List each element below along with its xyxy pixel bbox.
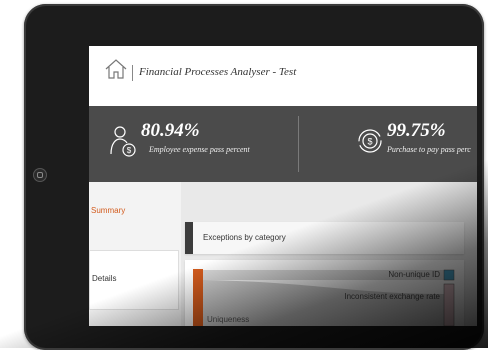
side-nav: Summary Details bbox=[89, 182, 181, 326]
nav-item-details-label: Details bbox=[92, 274, 117, 283]
type-node-inconsistent-exchange-rate[interactable] bbox=[443, 283, 455, 326]
exceptions-header: Exceptions by category bbox=[185, 222, 464, 254]
app-title: Financial Processes Analyser - Test bbox=[139, 66, 297, 78]
kpi-label: Purchase to pay pass perc bbox=[387, 145, 471, 154]
type-label-inconsistent-exchange-rate: Inconsistent exchange rate bbox=[344, 292, 440, 301]
tablet-frame: Financial Processes Analyser - Test $ 80… bbox=[24, 4, 484, 350]
nav-item-details[interactable]: Details bbox=[89, 250, 179, 310]
category-label-uniqueness: Uniqueness bbox=[207, 315, 250, 324]
type-node-non-unique-id[interactable] bbox=[443, 269, 455, 281]
exceptions-header-tab bbox=[185, 222, 193, 254]
employee-expense-icon: $ bbox=[109, 124, 136, 158]
purchase-to-pay-icon: $ bbox=[356, 126, 382, 160]
kpi-divider bbox=[298, 116, 299, 172]
title-separator bbox=[132, 65, 133, 81]
top-bar: Financial Processes Analyser - Test bbox=[89, 46, 477, 107]
home-icon[interactable] bbox=[104, 58, 128, 80]
kpi-label: Employee expense pass percent bbox=[149, 145, 250, 154]
svg-text:$: $ bbox=[367, 137, 372, 147]
type-label-non-unique-id: Non-unique ID bbox=[388, 270, 440, 279]
tablet-home-button[interactable] bbox=[33, 168, 47, 182]
kpi-value: 99.75% bbox=[387, 120, 446, 141]
category-node-uniqueness[interactable] bbox=[193, 269, 203, 326]
exceptions-title: Exceptions by category bbox=[203, 233, 286, 242]
exceptions-sankey: Non-unique ID Inconsistent exchange rate… bbox=[185, 260, 464, 326]
app-screen: Financial Processes Analyser - Test $ 80… bbox=[89, 46, 477, 326]
content-area: Summary Details Exceptions by category N… bbox=[89, 182, 477, 326]
kpi-bar: $ 80.94% Employee expense pass percent $… bbox=[89, 106, 477, 182]
nav-item-summary[interactable]: Summary bbox=[91, 206, 125, 215]
kpi-value: 80.94% bbox=[141, 120, 200, 141]
svg-text:$: $ bbox=[127, 146, 132, 155]
